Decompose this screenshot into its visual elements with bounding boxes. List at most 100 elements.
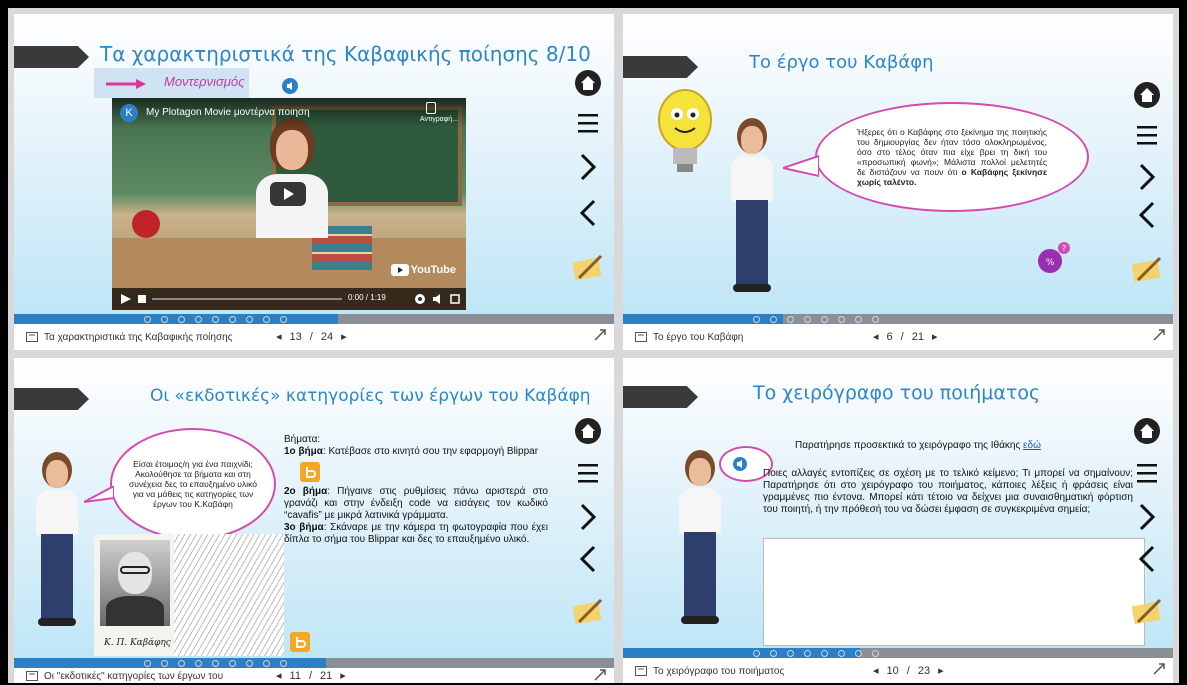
prev-page-icon[interactable]: ◂ xyxy=(873,664,879,677)
next-page-icon[interactable]: ▸ xyxy=(340,669,346,682)
answer-textarea[interactable] xyxy=(763,538,1145,646)
slides-icon[interactable] xyxy=(635,666,647,676)
step-label: 2ο βήμα xyxy=(284,486,328,497)
page-current: 10 xyxy=(886,664,899,677)
menu-button[interactable] xyxy=(1130,118,1164,152)
next-page-icon[interactable]: ▸ xyxy=(938,664,944,677)
blippar-icon xyxy=(296,637,306,648)
page-total: 24 xyxy=(320,330,334,343)
expand-icon[interactable] xyxy=(1153,329,1165,341)
step-2: 2ο βήμα: Πήγαινε στις ρυθμίσεις πάνω αρι… xyxy=(284,486,548,522)
progress-bar[interactable] xyxy=(623,314,1173,324)
notebook-button[interactable] xyxy=(571,250,605,284)
expand-icon[interactable] xyxy=(594,669,606,681)
next-button[interactable] xyxy=(1130,500,1164,534)
title-banner xyxy=(14,46,89,68)
lightbulb-icon xyxy=(658,89,712,172)
title-banner xyxy=(623,386,698,408)
copy-link-icon[interactable] xyxy=(426,102,436,114)
home-icon xyxy=(575,418,601,444)
home-button[interactable] xyxy=(571,414,605,448)
home-button[interactable] xyxy=(1130,78,1164,112)
play-icon xyxy=(284,188,294,200)
notebook-button[interactable] xyxy=(1130,252,1164,286)
title-banner xyxy=(623,56,698,78)
channel-avatar[interactable]: K xyxy=(120,104,138,122)
menu-button[interactable] xyxy=(571,456,605,490)
copy-link-label[interactable]: Αντιγραφή... xyxy=(420,116,458,123)
slide-title: Οι «εκδοτικές» κατηγορίες των έργων του … xyxy=(150,386,591,406)
next-button[interactable] xyxy=(1130,160,1164,194)
slide-title: Το έργο του Καβάφη xyxy=(749,52,934,73)
slides-icon[interactable] xyxy=(26,332,38,342)
page-total: 21 xyxy=(320,669,333,682)
slide-nav xyxy=(568,414,608,628)
previous-button[interactable] xyxy=(1130,542,1164,576)
intro-text: Παρατήρησε προσεκτικά το χειρόγραφο της … xyxy=(795,440,1024,451)
video-title[interactable]: My Plotagon Movie μοντέρνα ποιηση xyxy=(146,107,310,118)
manuscript-sketch xyxy=(174,534,284,656)
prev-page-icon[interactable]: ◂ xyxy=(873,330,879,343)
slide-footer: Το χειρόγραφο του ποιήματος ◂ 10 / 23 ▸ xyxy=(623,658,1173,683)
next-page-icon[interactable]: ▸ xyxy=(932,330,938,343)
stop-control-icon[interactable] xyxy=(138,295,146,303)
slide-name[interactable]: Τα χαρακτηριστικά της Καβαφικής ποίησης xyxy=(44,332,233,343)
play-control-icon[interactable] xyxy=(120,293,132,305)
blippar-icon xyxy=(306,467,316,478)
avatar-character xyxy=(32,452,82,628)
notebook-button[interactable] xyxy=(571,594,605,628)
question-text: Ποιες αλλαγές εντοπίζεις σε σχέση με το … xyxy=(763,468,1133,515)
play-button[interactable] xyxy=(270,182,306,206)
fullscreen-icon[interactable] xyxy=(450,294,460,304)
manuscript-link[interactable]: εδώ xyxy=(1023,440,1041,451)
volume-icon[interactable] xyxy=(432,293,444,305)
home-button[interactable] xyxy=(571,66,605,100)
previous-button[interactable] xyxy=(571,196,605,230)
youtube-logo[interactable]: YouTube xyxy=(390,264,456,276)
previous-button[interactable] xyxy=(1130,198,1164,232)
slide-name[interactable]: Το χειρόγραφο του ποιήματος xyxy=(653,666,784,677)
audio-icon[interactable] xyxy=(282,78,298,94)
notebook-button[interactable] xyxy=(1130,594,1164,628)
slides-icon[interactable] xyxy=(26,671,38,681)
audio-icon[interactable] xyxy=(733,457,747,471)
page-separator: / xyxy=(308,669,313,682)
expand-icon[interactable] xyxy=(1153,663,1165,675)
expand-icon[interactable] xyxy=(594,329,606,341)
next-button[interactable] xyxy=(571,150,605,184)
blippar-badge[interactable] xyxy=(290,632,310,652)
home-button[interactable] xyxy=(1130,414,1164,448)
apple xyxy=(132,210,160,238)
slide-panel-1: Τα χαρακτηριστικά της Καβαφικής ποίησης … xyxy=(14,14,614,350)
next-button[interactable] xyxy=(571,500,605,534)
prev-page-icon[interactable]: ◂ xyxy=(276,669,282,682)
slides-icon[interactable] xyxy=(635,332,647,342)
prev-page-icon[interactable]: ◂ xyxy=(276,330,282,343)
help-badge-icon[interactable]: %? xyxy=(1037,240,1071,274)
signature: Κ. Π. Καβάφης xyxy=(104,638,171,648)
progress-bar[interactable] xyxy=(623,648,1173,658)
settings-icon[interactable] xyxy=(414,293,426,305)
next-page-icon[interactable]: ▸ xyxy=(341,330,347,343)
subtitle: Μοντερνισμός xyxy=(164,74,245,89)
seek-bar[interactable] xyxy=(152,298,342,300)
bubble-text: Είσαι έτοιμος/η για ένα παιχνίδι; Ακολού… xyxy=(129,459,257,509)
menu-button[interactable] xyxy=(571,106,605,140)
previous-button[interactable] xyxy=(571,542,605,576)
progress-bar[interactable] xyxy=(14,314,614,324)
home-icon xyxy=(1134,82,1160,108)
slide-nav xyxy=(1127,78,1167,286)
slide-panel-2: Το έργο του Καβάφη Ήξερες ότι ο Καβάφης … xyxy=(623,14,1173,350)
video-player[interactable]: K My Plotagon Movie μοντέρνα ποιηση Αντι… xyxy=(112,98,466,310)
slide-footer: Τα χαρακτηριστικά της Καβαφικής ποίησης … xyxy=(14,324,614,350)
youtube-wordmark: YouTube xyxy=(410,264,456,276)
slide-name[interactable]: Οι "εκδοτικές" κατηγορίες των έργων του xyxy=(44,671,223,682)
slide-title: Το χειρόγραφο του ποιήματος xyxy=(753,382,1041,404)
progress-bar[interactable] xyxy=(14,658,614,668)
step-text: : Κατέβασε στο κινητό σου την εφαρμογή B… xyxy=(322,446,539,457)
blippar-badge[interactable] xyxy=(300,462,320,482)
menu-button[interactable] xyxy=(1130,456,1164,490)
slide-name[interactable]: Το έργο του Καβάφη xyxy=(653,332,743,343)
arrow-right-icon xyxy=(106,79,146,89)
subtitle-box: Μοντερνισμός xyxy=(94,68,249,98)
